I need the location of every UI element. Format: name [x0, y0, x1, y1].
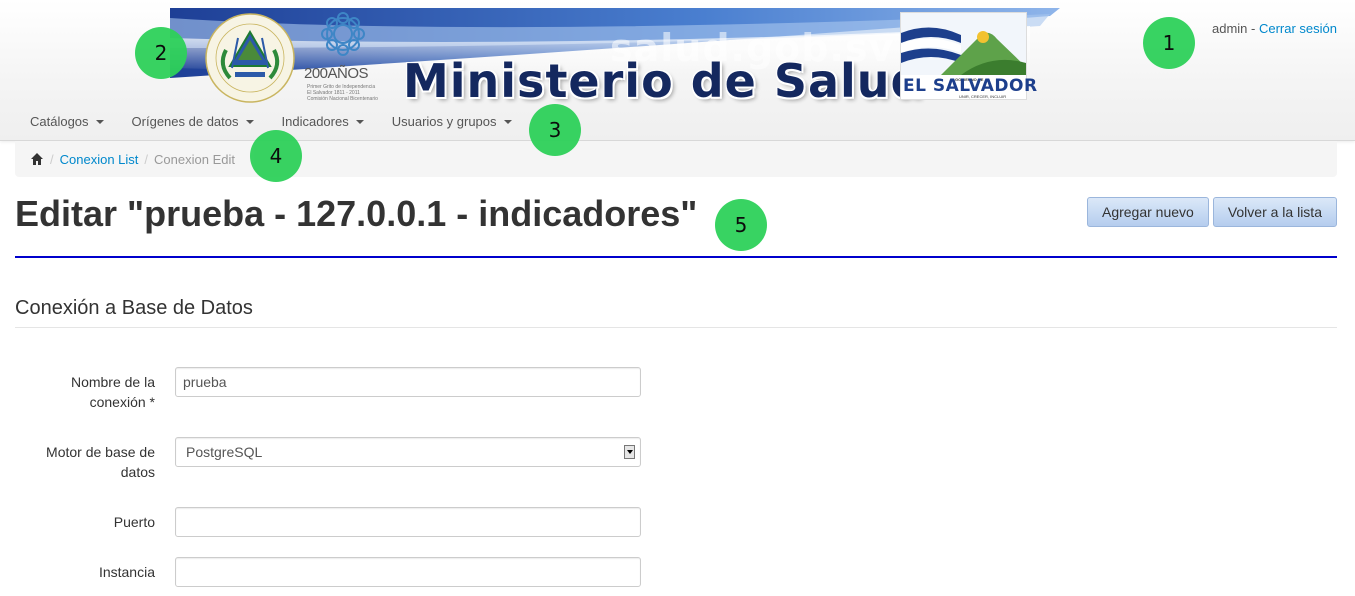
add-new-button[interactable]: Agregar nuevo — [1086, 197, 1209, 227]
breadcrumb-conexion-list-link[interactable]: Conexion List — [60, 152, 139, 167]
header-banner: salud.gob.sv 200AÑOS Primer Grito de Ind… — [170, 8, 1060, 104]
caret-down-icon — [245, 119, 254, 124]
gov-country-text: EL SALVADOR — [903, 76, 1038, 96]
page-actions: Agregar nuevo Volver a la lista — [1086, 197, 1337, 227]
motor-base-datos-select[interactable]: PostgreSQL — [175, 437, 641, 467]
puerto-input[interactable] — [175, 507, 641, 537]
caret-down-icon — [355, 119, 364, 124]
back-to-list-button[interactable]: Volver a la lista — [1212, 197, 1337, 227]
annotation-marker-5: 5 — [715, 199, 767, 251]
breadcrumb-separator: / — [144, 151, 149, 167]
breadcrumb-separator: / — [50, 151, 54, 167]
flag-mountain-icon — [901, 13, 1026, 75]
caret-down-icon — [95, 119, 104, 124]
coat-of-arms-logo — [200, 10, 300, 104]
instancia-label: Instancia — [98, 564, 155, 580]
nombre-conexion-label: Nombre de la conexión * — [15, 372, 155, 412]
label-line: Nombre de la — [70, 374, 155, 390]
puerto-label: Puerto — [113, 514, 155, 530]
annotation-marker-2: 2 — [135, 27, 187, 79]
page-title: Editar "prueba - 127.0.0.1 - indicadores… — [15, 193, 698, 234]
title-divider — [15, 256, 1337, 258]
select-value: PostgreSQL — [186, 444, 263, 460]
caret-down-icon — [503, 119, 512, 124]
nav-label: Catálogos — [30, 114, 89, 129]
bicentenario-year: 200AÑOS — [304, 65, 369, 82]
gov-motto-text: UNIR, CRECER, INCLUIR — [959, 94, 1007, 99]
user-separator: - — [1247, 21, 1259, 36]
site-title: Ministerio de Salud — [403, 54, 925, 104]
nombre-conexion-input[interactable]: prueba — [175, 367, 641, 397]
motor-base-datos-label: Motor de base de datos — [15, 442, 155, 482]
label-line: Motor de base de — [46, 444, 155, 460]
nav-catalogos-menu[interactable]: Catálogos — [16, 104, 118, 140]
nav-label: Indicadores — [281, 114, 349, 129]
gobierno-el-salvador-logo: GOBIERNO DE EL SALVADOR UNIR, CRECER, IN… — [900, 12, 1037, 100]
label-line: conexión * — [89, 394, 155, 410]
bicentenario-logo: 200AÑOS Primer Grito de Independencia El… — [303, 10, 383, 104]
annotation-marker-1: 1 — [1143, 17, 1195, 69]
nav-label: Orígenes de datos — [131, 114, 239, 129]
label-line: datos — [120, 464, 155, 480]
legend-divider — [15, 327, 1337, 328]
nav-usuarios-menu[interactable]: Usuarios y grupos — [378, 104, 526, 140]
breadcrumb: / Conexion List / Conexion Edit — [15, 141, 1337, 177]
annotation-marker-3: 3 — [529, 104, 581, 156]
home-icon[interactable] — [30, 152, 44, 166]
annotation-marker-4: 4 — [250, 130, 302, 182]
bicentenario-emblem-icon — [321, 12, 365, 56]
breadcrumb-current: Conexion Edit — [154, 151, 235, 167]
username: admin — [1211, 21, 1248, 36]
bicentenario-line-3: Comisión Nacional Bicentenario — [307, 96, 378, 102]
nav-origenes-menu[interactable]: Orígenes de datos — [118, 104, 268, 140]
logout-link[interactable]: Cerrar sesión — [1259, 21, 1337, 36]
site-header: salud.gob.sv 200AÑOS Primer Grito de Ind… — [0, 0, 1355, 141]
instancia-input[interactable] — [175, 557, 641, 587]
dropdown-arrow-icon[interactable] — [624, 445, 635, 459]
coat-of-arms-icon — [205, 13, 295, 103]
form-legend: Conexión a Base de Datos — [15, 297, 253, 319]
user-area: admin - Cerrar sesión — [1212, 21, 1337, 36]
nav-label: Usuarios y grupos — [391, 114, 497, 129]
